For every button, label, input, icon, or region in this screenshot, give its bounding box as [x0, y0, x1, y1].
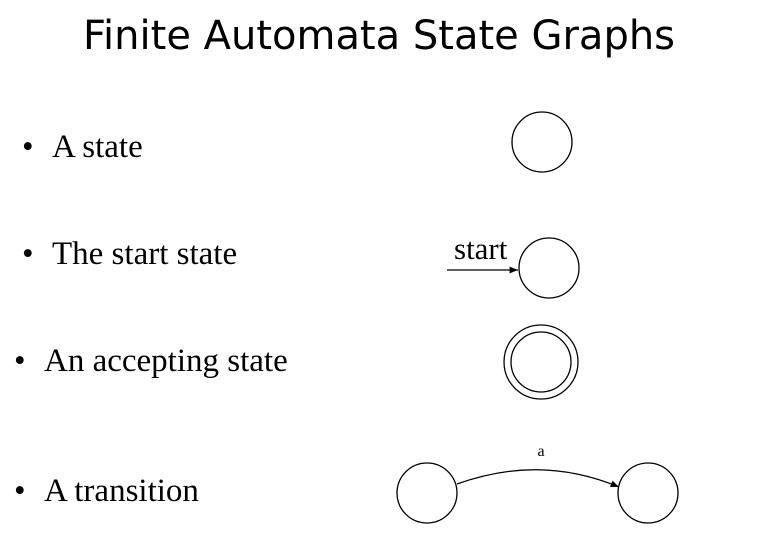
automata-diagram: start a — [396, 111, 679, 524]
transition-arrow — [456, 469, 620, 488]
start-label: start — [454, 231, 508, 266]
transition-source-node — [396, 462, 458, 524]
start-state-node — [518, 237, 580, 299]
accepting-state-inner-ring — [510, 331, 572, 393]
transition-target-node — [617, 462, 679, 524]
transition-label: a — [537, 443, 544, 460]
state-node — [511, 111, 573, 173]
